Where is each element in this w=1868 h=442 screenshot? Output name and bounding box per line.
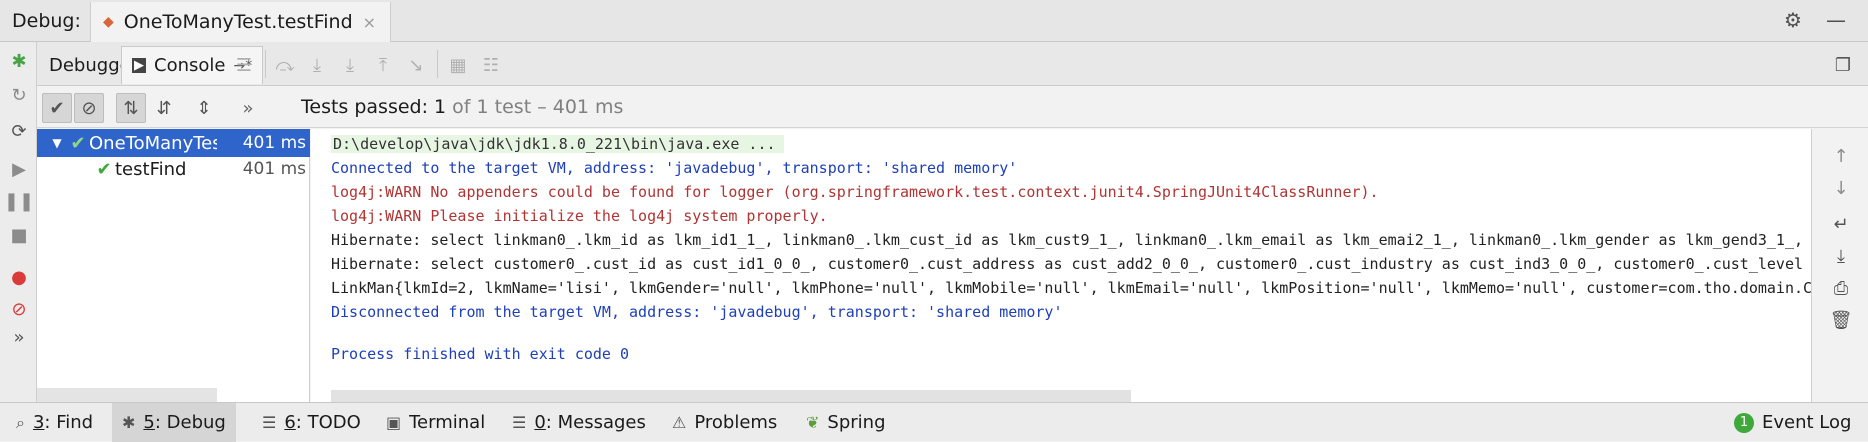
evaluate-expression-icon[interactable]: ▦ [447, 54, 469, 76]
tab-debugger-label: Debugger [49, 54, 127, 76]
test-config-icon: ◆ [103, 14, 114, 30]
console-horizontal-scrollbar[interactable] [331, 390, 1131, 402]
find-label: 3: Find [32, 412, 94, 433]
show-passed-icon[interactable]: ✔ [42, 93, 72, 123]
terminal-label: Terminal [409, 412, 486, 433]
debug-tool-button[interactable]: ✱ 5: Debug [112, 403, 236, 442]
tab-debugger[interactable]: Debugger [39, 46, 127, 84]
sort-alphabetically-icon[interactable]: ⇅ [116, 93, 146, 123]
console-line: Hibernate: select customer0_.cust_id as … [331, 255, 1811, 273]
rerun-icon[interactable]: ↻ [8, 84, 30, 106]
mute-breakpoints-icon[interactable]: ⊘ [8, 298, 30, 320]
restore-layout-icon[interactable]: ⟳ [8, 120, 30, 142]
step-into-icon[interactable]: ⤓ [306, 54, 328, 76]
tool-window-bar: ⌕ 3: Find ✱ 5: Debug ☰ 6: TODO ▣ Termina… [0, 402, 1868, 442]
trash-icon[interactable]: 🗑 [1830, 309, 1853, 331]
tree-item-name: testFind [115, 158, 187, 180]
debug-session-tab[interactable]: ◆ OneToManyTest.testFind × [90, 2, 392, 42]
console-line: Process finished with exit code 0 [331, 345, 630, 363]
pause-icon[interactable]: ❚❚ [4, 190, 34, 212]
arrow-down-icon[interactable]: ↓ [1830, 177, 1852, 199]
console-side-toolbar: ↑ ↓ ↵ ⤓ ⎙ 🗑 [1811, 129, 1868, 402]
sort-by-duration-icon[interactable]: ⇵ [149, 93, 179, 123]
spring-tool-button[interactable]: ❦ Spring [796, 403, 896, 442]
view-breakpoints-icon[interactable]: ● [8, 266, 30, 288]
event-count-badge: 1 [1734, 412, 1754, 433]
show-execution-point-icon[interactable]: ☰ [233, 54, 255, 76]
gear-icon[interactable]: ⚙ [1784, 8, 1802, 32]
tab-console-label: Console [154, 55, 226, 76]
passed-check-icon: ✔ [96, 158, 112, 180]
show-ignored-icon[interactable]: ⊘ [74, 93, 104, 123]
toolbar-separator [265, 50, 266, 78]
passed-check-icon: ✔ [70, 132, 86, 154]
tree-item-name: OneToManyTes [89, 132, 217, 154]
restore-panel-icon[interactable]: ❐ [1832, 54, 1854, 76]
terminal-icon: ▣ [386, 413, 402, 432]
console-line: log4j:WARN Please initialize the log4j s… [331, 207, 828, 225]
list-icon: ☰ [262, 413, 277, 432]
test-tree[interactable]: ▼ ✔ OneToManyTes 401 ms ✔ testFind 401 m… [37, 129, 310, 402]
debug-label: 5: Debug [143, 412, 226, 433]
console-line: Connected to the target VM, address: 'ja… [331, 159, 1018, 177]
tree-item-time: 401 ms [242, 159, 306, 179]
event-log-label: Event Log [1762, 412, 1852, 433]
tree-item-time: 401 ms [242, 133, 306, 153]
arrow-up-icon[interactable]: ↑ [1830, 145, 1852, 167]
messages-label: 0: Messages [534, 412, 646, 433]
trace-icon[interactable]: ☷ [480, 54, 502, 76]
console-line: log4j:WARN No appenders could be found f… [331, 183, 1379, 201]
tree-horizontal-scrollbar[interactable] [37, 388, 217, 402]
expand-arrow-icon[interactable]: ▼ [47, 136, 67, 150]
debug-session-title: OneToManyTest.testFind [123, 11, 353, 33]
stop-icon[interactable]: ■ [8, 224, 30, 246]
event-log-tool-button[interactable]: 1 Event Log [1724, 403, 1861, 442]
status-detail: of 1 test – 401 ms [446, 96, 624, 118]
passed-count: 1 [434, 96, 447, 118]
find-tool-button[interactable]: ⌕ 3: Find [6, 403, 103, 442]
step-over-icon[interactable]: ⤼ [274, 54, 296, 76]
minimize-icon[interactable]: — [1826, 8, 1846, 32]
spring-label: Spring [827, 412, 886, 433]
terminal-tool-button[interactable]: ▣ Terminal [376, 403, 495, 442]
console-line: Hibernate: select linkman0_.lkm_id as lk… [331, 231, 1811, 249]
bug-icon[interactable]: ✱ [8, 50, 30, 72]
console-line: LinkMan{lkmId=2, lkmName='lisi', lkmGend… [331, 279, 1811, 297]
search-icon: ⌕ [16, 412, 25, 432]
console-line: Disconnected from the target VM, address… [331, 303, 1063, 321]
console-line: D:\develop\java\jdk\jdk1.8.0_221\bin\jav… [331, 135, 784, 153]
messages-icon: ☰ [512, 413, 527, 432]
run-to-cursor-icon[interactable]: ↘ [405, 54, 427, 76]
expand-all-icon[interactable]: ⇕ [189, 93, 219, 123]
problems-tool-button[interactable]: ⚠ Problems [662, 403, 787, 442]
print-icon[interactable]: ⎙ [1830, 277, 1852, 299]
resume-icon[interactable]: ▶ [8, 158, 30, 180]
console-output[interactable]: D:\develop\java\jdk\jdk1.8.0_221\bin\jav… [311, 129, 1811, 402]
todo-label: 6: TODO [284, 412, 361, 433]
status-text: Tests passed: [301, 96, 435, 118]
toolbar-separator [437, 50, 438, 78]
test-runner-toolbar: ✔ ⊘ ⇅ ⇵ ⇕ » Tests passed: 1 of 1 test – … [37, 86, 1868, 128]
console-icon: ▶ [132, 58, 146, 73]
force-step-into-icon[interactable]: ⤓ [339, 54, 361, 76]
test-status: Tests passed: 1 of 1 test – 401 ms [301, 96, 623, 118]
more-actions-icon[interactable]: » [233, 93, 263, 123]
tree-item-suite[interactable]: ▼ ✔ OneToManyTes 401 ms [37, 129, 310, 157]
debug-title-bar: Debug: ◆ OneToManyTest.testFind × ⚙ — [0, 0, 1868, 42]
close-icon[interactable]: × [363, 13, 376, 32]
debug-actions-strip: ✱ ↻ ⟳ ▶ ❚❚ ■ ● ⊘ » [0, 42, 37, 402]
step-out-icon[interactable]: ⤒ [372, 54, 394, 76]
scroll-to-end-icon[interactable]: ⤓ [1830, 245, 1852, 267]
problems-label: Problems [694, 412, 778, 433]
spring-leaf-icon: ❦ [806, 413, 820, 432]
warning-icon: ⚠ [672, 413, 687, 432]
debug-subtabs: Debugger ▶ Console →* ☰ ⤼ ⤓ ⤓ ⤒ ↘ ▦ ☷ ❐ [37, 42, 1868, 86]
more-icon[interactable]: » [8, 326, 30, 348]
messages-tool-button[interactable]: ☰ 0: Messages [502, 403, 656, 442]
tree-item-test[interactable]: ✔ testFind 401 ms [37, 155, 310, 183]
bug-icon: ✱ [122, 413, 136, 432]
debug-label: Debug: [12, 10, 81, 32]
soft-wrap-icon[interactable]: ↵ [1830, 213, 1852, 235]
todo-tool-button[interactable]: ☰ 6: TODO [252, 403, 371, 442]
